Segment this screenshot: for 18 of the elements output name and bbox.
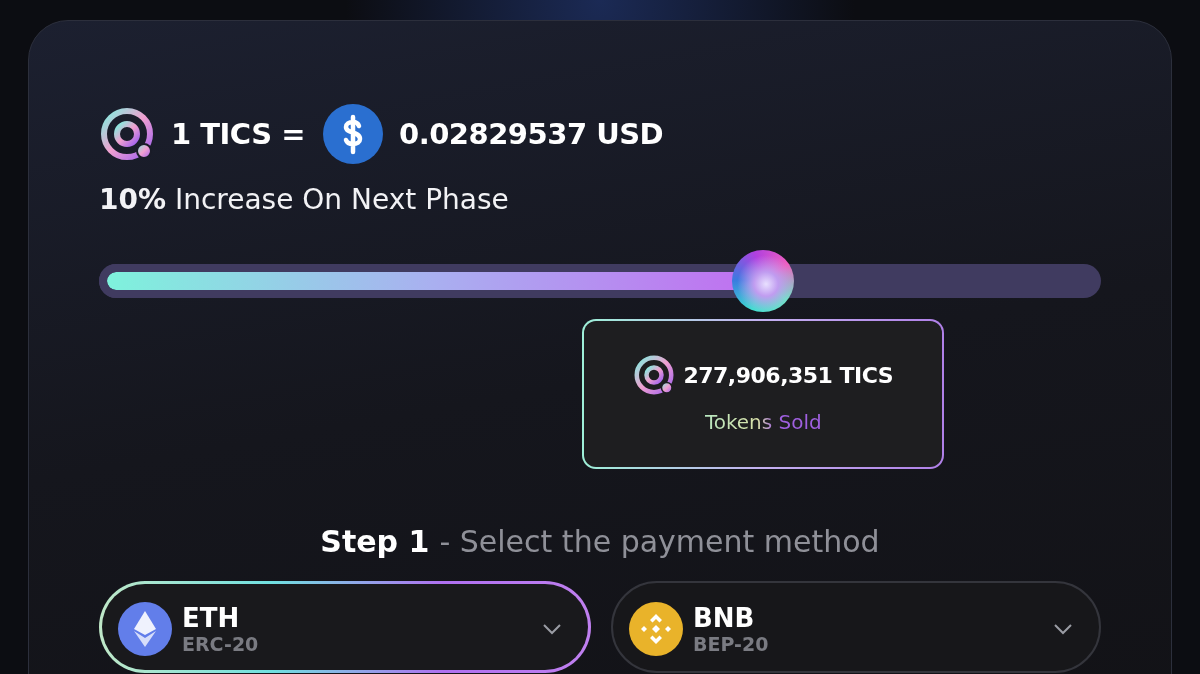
binance-coin-icon [629,602,683,656]
coin-network: ERC-20 [182,633,260,655]
tokens-sold-amount: 277,906,351 TICS [683,362,894,388]
chevron-down-icon [542,623,562,635]
ethereum-icon [118,602,172,656]
step-instruction: - Select the payment method [439,524,880,559]
token-logo-icon [633,354,676,396]
payment-method-dropdown[interactable]: BNB BEP-20 [611,581,1101,673]
step-number: Step 1 [320,524,430,559]
coin-name: BNB [693,603,756,633]
dollar-coin-icon [322,104,383,164]
token-logo-icon [99,106,155,162]
chevron-down-icon [1053,623,1073,635]
phase-increase-text: 10% Increase On Next Phase [99,183,510,216]
usd-price: 0.02829537 USD [398,117,664,151]
token-rate: 1 TICS = [171,117,305,151]
coin-name: ETH [182,603,241,633]
coin-network: BEP-20 [693,633,770,655]
